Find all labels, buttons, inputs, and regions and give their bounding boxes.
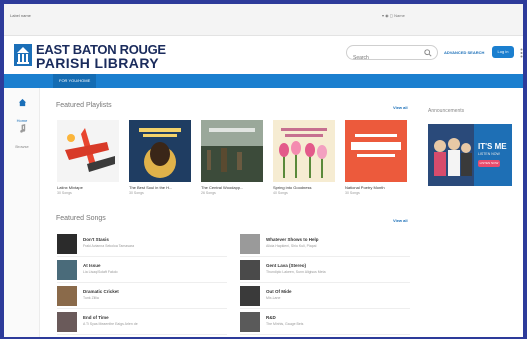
announcement-banner[interactable]: IT'S ME LISTEN NOW LISTEN NOW: [428, 124, 512, 186]
playlist-count: 30 Songs: [129, 191, 144, 195]
song-row[interactable]: R&D The Minhis, Gauge Beis: [240, 309, 410, 335]
search-input[interactable]: [353, 51, 423, 65]
os-right-controls[interactable]: ▾ ◉ ◻ Name: [382, 13, 405, 18]
playlist-cover-spring[interactable]: [273, 120, 335, 182]
playlist-count: 30 Songs: [345, 191, 360, 195]
song-name[interactable]: At Issue: [83, 263, 101, 268]
playlist-title[interactable]: Latinx Mixtape: [57, 185, 119, 190]
left-rail: Home Browse: [4, 88, 40, 337]
os-left-label: Label name: [10, 13, 31, 18]
login-button[interactable]: Log in: [492, 46, 514, 58]
main-nav-bar: FOR YOU/HOME: [4, 74, 523, 88]
logo-text-line2[interactable]: PARISH LIBRARY: [36, 55, 159, 71]
song-thumbnail[interactable]: [240, 234, 260, 254]
playlist-card[interactable]: The Central Woodapp... 26 Songs: [201, 120, 263, 195]
songs-right-column: Whatever Shows to Help Alicia Hapkieni, …: [240, 231, 410, 335]
song-name[interactable]: Out Of Mide: [266, 289, 292, 294]
playlist-card[interactable]: Spring into Goodness 40 Songs: [273, 120, 335, 195]
spring-cover-art: [273, 120, 335, 182]
search-box[interactable]: [346, 45, 438, 65]
playlist-cover-poetry[interactable]: [345, 120, 407, 182]
songs-left-column: Don't Stasis Fraki Avianna Sekoloa Tamas…: [57, 231, 227, 335]
poetry-cover-art: [345, 120, 407, 182]
banner-title[interactable]: IT'S ME: [478, 142, 507, 151]
tab-for-you[interactable]: FOR YOU/HOME: [53, 74, 97, 88]
playlist-cover-latinx[interactable]: [57, 120, 119, 182]
song-row[interactable]: End of Time A Ti Syas Meaenthe Eaigs Arl…: [57, 309, 227, 335]
song-thumbnail[interactable]: [57, 234, 77, 254]
song-thumbnail[interactable]: [57, 260, 77, 280]
playlist-card[interactable]: National Poetry Month 30 Songs: [345, 120, 407, 195]
site-header: EAST BATON ROUGE PARISH LIBRARY ADVANCED…: [4, 36, 523, 74]
song-row[interactable]: Don't Stasis Fraki Avianna Sekoloa Tamas…: [57, 231, 227, 257]
advanced-search-link[interactable]: ADVANCED SEARCH: [444, 50, 484, 55]
library-logo-icon[interactable]: [14, 44, 32, 66]
search-icon[interactable]: [424, 49, 432, 57]
playlist-cover-soul[interactable]: [129, 120, 191, 182]
latinx-cover-art: [57, 120, 119, 182]
song-thumbnail[interactable]: [240, 260, 260, 280]
song-name[interactable]: Don't Stasis: [83, 237, 109, 242]
song-row[interactable]: Gent Lava (Stereo) Thundiplo Lakeen, Sun…: [240, 257, 410, 283]
playlist-count: 30 Songs: [57, 191, 72, 195]
soul-cover-art: [129, 120, 191, 182]
song-row[interactable]: Dramatic Cricket Tunk Zillia: [57, 283, 227, 309]
song-row[interactable]: At Issue Lia Lisaq/Solaft Fakdo: [57, 257, 227, 283]
featured-playlists-title: Featured Playlists: [56, 102, 112, 109]
song-artist[interactable]: Alicia Hapkieni, Shiu Kuli, Piapal: [266, 244, 316, 248]
song-thumbnail[interactable]: [240, 312, 260, 332]
playlist-count: 26 Songs: [201, 191, 216, 195]
song-thumbnail[interactable]: [57, 286, 77, 306]
rail-label-browse: Browse: [15, 144, 29, 149]
playlists-view-all-link[interactable]: View all: [393, 105, 408, 110]
song-artist[interactable]: Fraki Avianna Sekoloa Tamasara: [83, 244, 134, 248]
song-name[interactable]: Gent Lava (Stereo): [266, 263, 306, 268]
woodapp-cover-art: [201, 120, 263, 182]
playlist-card[interactable]: Latinx Mixtape 30 Songs: [57, 120, 119, 195]
rail-label-home: Home: [16, 118, 28, 123]
banner-listen-button[interactable]: LISTEN NOW: [478, 160, 500, 167]
music-note-icon: [19, 124, 25, 133]
banner-image: [428, 124, 474, 186]
song-artist[interactable]: Tunk Zillia: [83, 296, 99, 300]
playlist-title[interactable]: Spring into Goodness: [273, 185, 335, 190]
banner-subtitle: LISTEN NOW: [478, 152, 500, 156]
song-thumbnail[interactable]: [57, 312, 77, 332]
song-name[interactable]: End of Time: [83, 315, 109, 320]
rail-item-home[interactable]: Home: [8, 98, 36, 127]
song-name[interactable]: Whatever Shows to Help: [266, 237, 319, 242]
playlist-title[interactable]: The Best Soul in the H...: [129, 185, 191, 190]
playlist-count: 40 Songs: [273, 191, 288, 195]
songs-view-all-link[interactable]: View all: [393, 218, 408, 223]
song-artist[interactable]: Lia Lisaq/Solaft Fakdo: [83, 270, 118, 274]
rail-item-browse[interactable]: Browse: [8, 124, 36, 153]
featured-songs-title: Featured Songs: [56, 215, 106, 222]
os-top-bar: Label name ▾ ◉ ◻ Name: [4, 4, 523, 36]
playlist-title[interactable]: National Poetry Month: [345, 185, 407, 190]
announcements-title: Announcements: [428, 108, 465, 114]
playlist-card[interactable]: The Best Soul in the H... 30 Songs: [129, 120, 191, 195]
song-thumbnail[interactable]: [240, 286, 260, 306]
song-artist[interactable]: Mix-Lane: [266, 296, 280, 300]
song-artist[interactable]: Thundiplo Lakeen, Sunn Aligisus Meta: [266, 270, 326, 274]
song-name[interactable]: Dramatic Cricket: [83, 289, 119, 294]
home-icon: [18, 98, 26, 107]
song-row[interactable]: Whatever Shows to Help Alicia Hapkieni, …: [240, 231, 410, 257]
song-name[interactable]: R&D: [266, 315, 276, 320]
song-row[interactable]: Out Of Mide Mix-Lane: [240, 283, 410, 309]
song-artist[interactable]: The Minhis, Gauge Beis: [266, 322, 303, 326]
playlist-title[interactable]: The Central Woodapp...: [201, 185, 263, 190]
more-options-icon[interactable]: [520, 48, 523, 58]
playlist-cover-woodapp[interactable]: [201, 120, 263, 182]
song-artist[interactable]: A Ti Syas Meaenthe Eaigs Arlen de: [83, 322, 138, 326]
